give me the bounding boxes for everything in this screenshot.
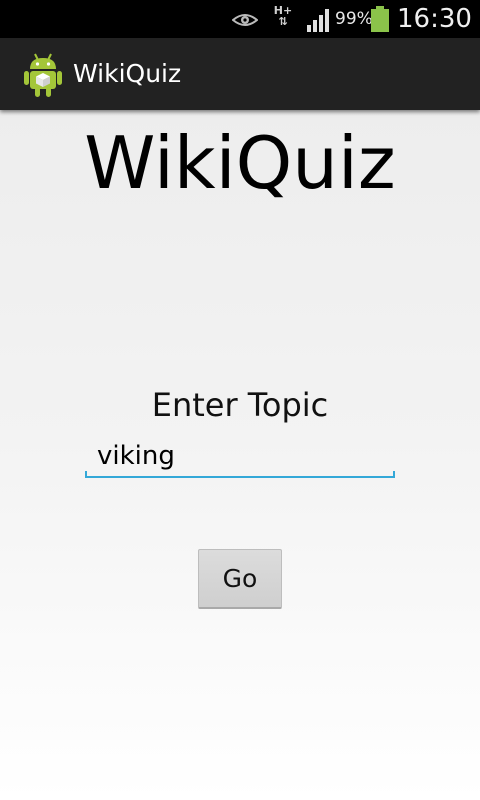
eye-icon [232, 14, 258, 26]
go-button[interactable]: Go [198, 549, 282, 609]
screen: H+ ⇅ 99% 16:30 WikiQuiz WikiQuiz Enter T… [0, 0, 480, 800]
status-bar: H+ ⇅ 99% 16:30 [0, 0, 480, 38]
page-heading: WikiQuiz [84, 121, 396, 205]
input-underline-left-tick [85, 471, 87, 478]
signal-icon [307, 9, 329, 32]
data-hplus-icon: H+ ⇅ [272, 5, 294, 33]
topic-label: Enter Topic [151, 386, 329, 424]
data-arrows-icon: ⇅ [278, 15, 288, 28]
topic-input[interactable] [86, 436, 395, 478]
action-bar: WikiQuiz [0, 38, 480, 110]
clock-time: 16:30 [397, 4, 472, 34]
app-title: WikiQuiz [73, 59, 182, 88]
input-underline-right-tick [393, 471, 395, 478]
battery-icon [371, 6, 389, 32]
android-app-icon[interactable] [24, 51, 62, 97]
battery-percent: 99% [335, 9, 373, 29]
